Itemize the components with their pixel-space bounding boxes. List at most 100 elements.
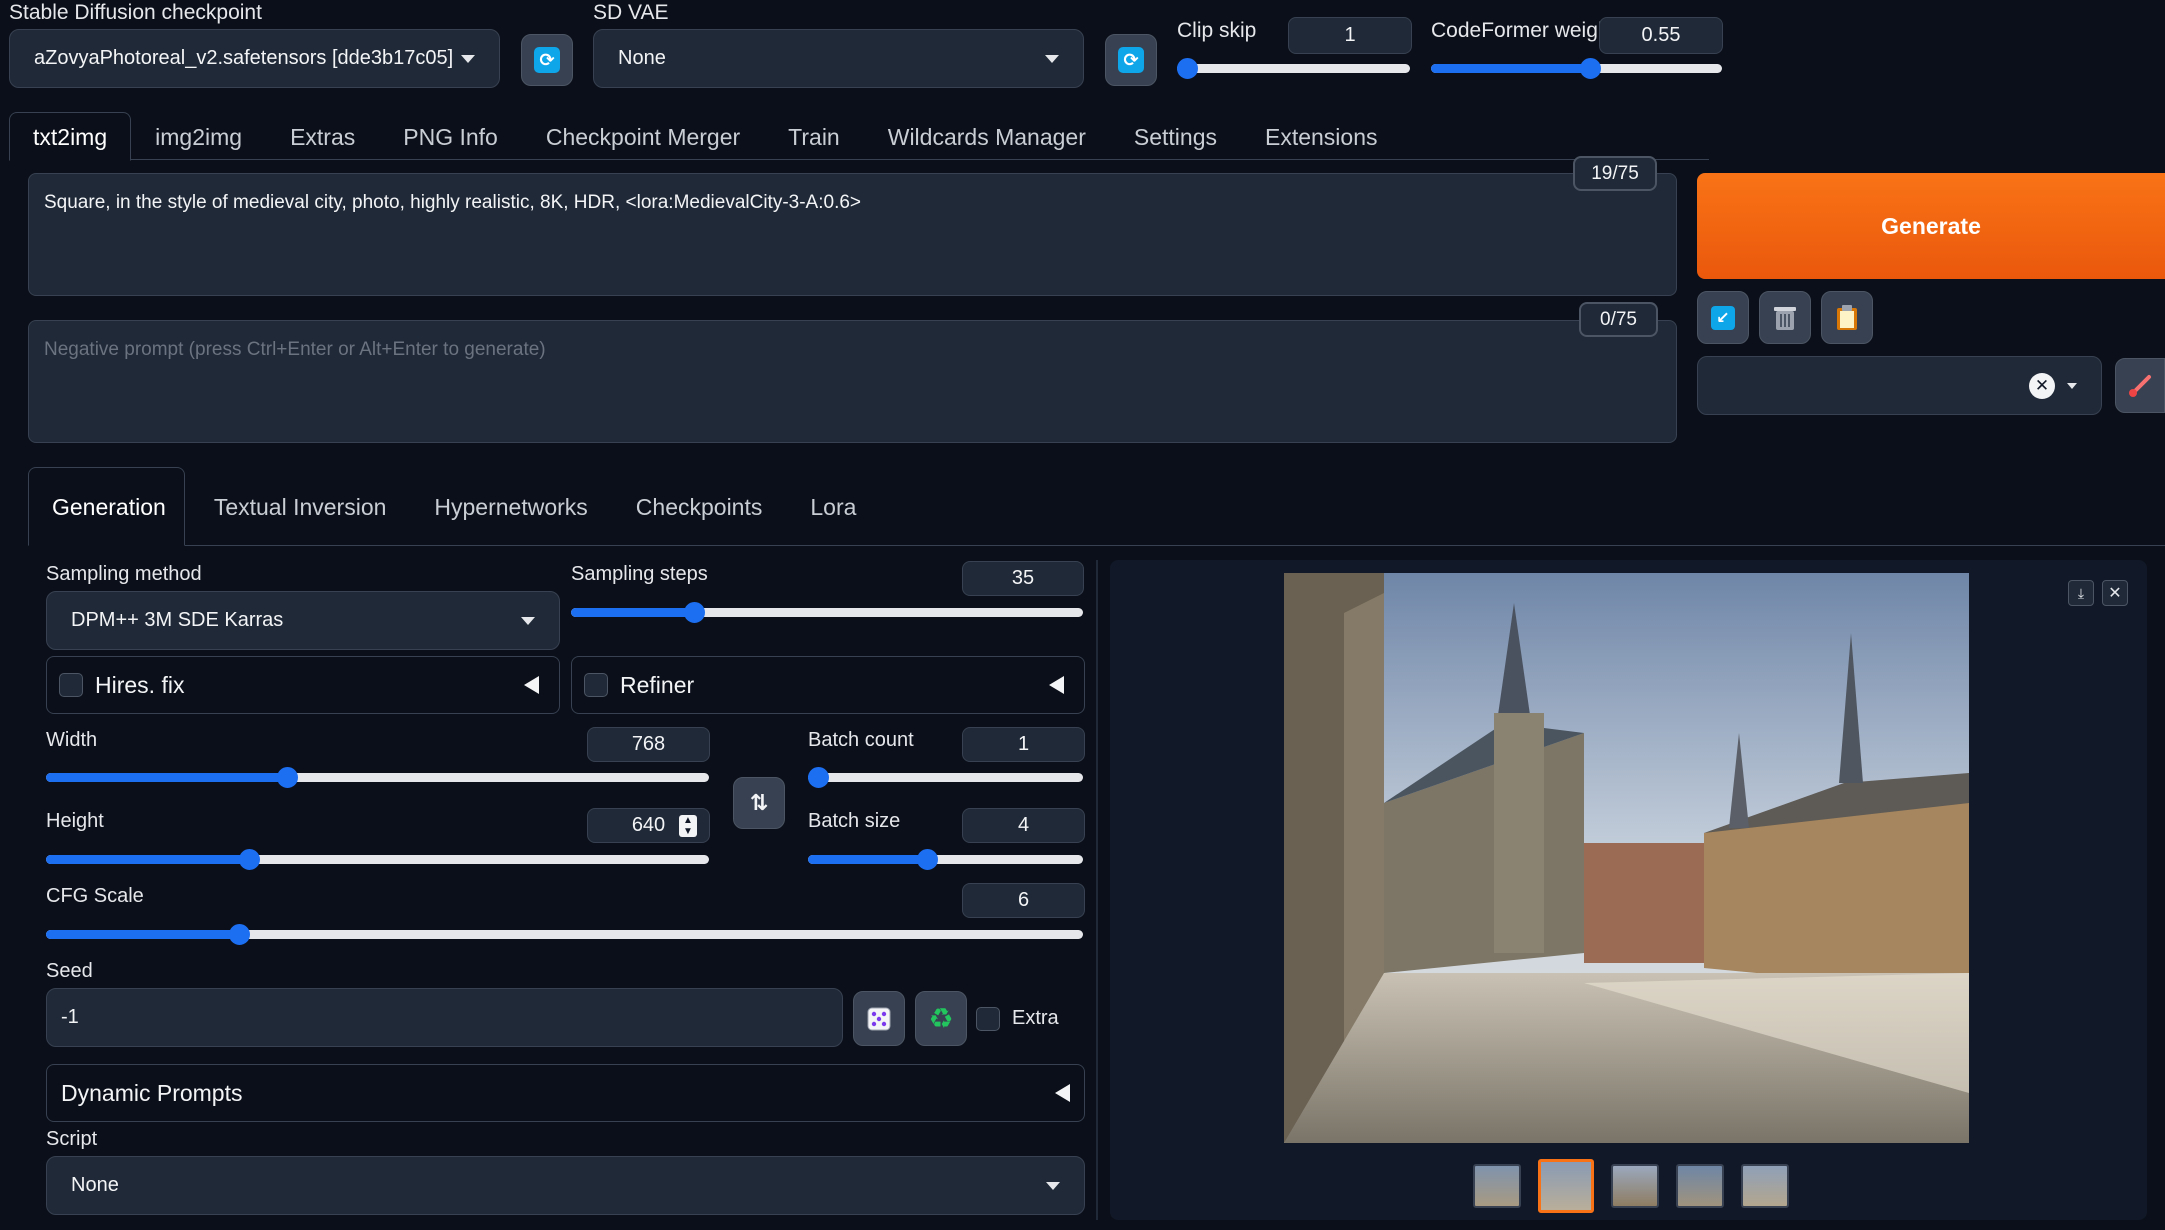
hires-fix-accordion[interactable]: Hires. fix bbox=[46, 656, 560, 714]
refiner-accordion[interactable]: Refiner bbox=[571, 656, 1085, 714]
tab-generation[interactable]: Generation bbox=[28, 494, 190, 521]
slider-fill bbox=[46, 773, 287, 782]
negative-prompt-textarea[interactable]: Negative prompt (press Ctrl+Enter or Alt… bbox=[28, 320, 1677, 443]
tab-extras[interactable]: Extras bbox=[266, 124, 379, 151]
script-dropdown[interactable]: None bbox=[46, 1156, 1085, 1215]
generate-label: Generate bbox=[1881, 212, 1981, 239]
reuse-seed-button[interactable]: ♻ bbox=[915, 991, 967, 1046]
sampling-steps-slider[interactable] bbox=[571, 602, 1083, 623]
batch-size-slider[interactable] bbox=[808, 849, 1083, 870]
seed-label: Seed bbox=[46, 960, 93, 982]
codeformer-slider[interactable] bbox=[1431, 58, 1722, 79]
clear-styles-icon[interactable]: ✕ bbox=[2029, 372, 2055, 399]
hires-fix-label: Hires. fix bbox=[95, 671, 185, 698]
sub-tabs: Generation Textual Inversion Hypernetwor… bbox=[28, 494, 880, 521]
negative-prompt-placeholder: Negative prompt (press Ctrl+Enter or Alt… bbox=[44, 339, 546, 360]
refresh-checkpoint-button[interactable]: ⟳ bbox=[521, 34, 573, 86]
seed-input[interactable]: -1 bbox=[46, 988, 843, 1047]
refiner-checkbox[interactable] bbox=[584, 673, 608, 697]
tab-checkpoints[interactable]: Checkpoints bbox=[612, 494, 787, 521]
slider-thumb[interactable] bbox=[808, 767, 829, 788]
width-label: Width bbox=[46, 729, 98, 751]
tab-png-info[interactable]: PNG Info bbox=[379, 124, 522, 151]
close-icon[interactable]: ✕ bbox=[2102, 580, 2128, 606]
batch-count-label: Batch count bbox=[808, 729, 914, 751]
extra-checkbox[interactable] bbox=[976, 1007, 1000, 1031]
tab-img2img[interactable]: img2img bbox=[131, 124, 266, 151]
tab-checkpoint-merger[interactable]: Checkpoint Merger bbox=[522, 124, 764, 151]
height-slider[interactable] bbox=[46, 849, 709, 870]
chevron-down-icon bbox=[2067, 382, 2077, 389]
slider-thumb[interactable] bbox=[239, 849, 260, 870]
slider-thumb[interactable] bbox=[1580, 58, 1601, 79]
slider-thumb[interactable] bbox=[229, 924, 250, 945]
prompt-token-counter: 19/75 bbox=[1573, 156, 1657, 191]
clip-skip-slider[interactable] bbox=[1177, 58, 1410, 79]
hires-fix-checkbox[interactable] bbox=[59, 673, 83, 697]
sampling-method-dropdown[interactable]: DPM++ 3M SDE Karras bbox=[46, 591, 560, 650]
vae-dropdown[interactable]: None bbox=[593, 29, 1084, 88]
codeformer-input[interactable]: 0.55 bbox=[1599, 17, 1723, 54]
prompt-text: Square, in the style of medieval city, p… bbox=[44, 192, 862, 213]
chevron-down-icon bbox=[1046, 1181, 1060, 1190]
swap-dimensions-button[interactable]: ⇅ bbox=[733, 777, 785, 829]
refiner-label: Refiner bbox=[620, 671, 695, 698]
collapse-arrow-icon[interactable] bbox=[1049, 676, 1064, 694]
generated-image[interactable] bbox=[1284, 573, 1969, 1143]
width-slider[interactable] bbox=[46, 767, 709, 788]
sampling-method-label: Sampling method bbox=[46, 563, 202, 585]
checkpoint-value: aZovyaPhotoreal_v2.safetensors [dde3b17c… bbox=[34, 47, 454, 69]
trash-icon bbox=[1774, 306, 1796, 330]
medieval-city-image bbox=[1284, 573, 1969, 1143]
tab-train[interactable]: Train bbox=[764, 124, 864, 151]
download-icon[interactable]: ⤓ bbox=[2068, 580, 2094, 606]
thumbnail[interactable] bbox=[1741, 1164, 1789, 1208]
read-params-button[interactable]: ↙ bbox=[1697, 291, 1749, 344]
slider-thumb[interactable] bbox=[917, 849, 938, 870]
main-tabs: txt2img img2img Extras PNG Info Checkpoi… bbox=[9, 124, 1402, 151]
script-label: Script bbox=[46, 1128, 98, 1150]
collapse-arrow-icon[interactable] bbox=[524, 676, 539, 694]
random-seed-button[interactable] bbox=[853, 991, 905, 1046]
dynamic-prompts-accordion[interactable]: Dynamic Prompts bbox=[46, 1064, 1085, 1122]
thumbnail[interactable] bbox=[1473, 1164, 1521, 1208]
column-divider bbox=[1096, 560, 1098, 1220]
thumbnail[interactable] bbox=[1611, 1164, 1659, 1208]
collapse-arrow-icon[interactable] bbox=[1055, 1084, 1070, 1102]
sampling-steps-input[interactable]: 35 bbox=[962, 561, 1084, 596]
batch-count-input[interactable]: 1 bbox=[962, 727, 1085, 762]
tab-hypernetworks[interactable]: Hypernetworks bbox=[410, 494, 611, 521]
paste-button[interactable] bbox=[1821, 291, 1873, 344]
generate-button[interactable]: Generate bbox=[1697, 173, 2165, 279]
clip-skip-input[interactable]: 1 bbox=[1288, 17, 1412, 54]
refresh-icon: ⟳ bbox=[1118, 47, 1144, 73]
tab-txt2img[interactable]: txt2img bbox=[9, 124, 131, 151]
slider-thumb[interactable] bbox=[684, 602, 705, 623]
stepper-icon[interactable]: ▲ ▼ bbox=[679, 815, 697, 837]
checkpoint-dropdown[interactable]: aZovyaPhotoreal_v2.safetensors [dde3b17c… bbox=[9, 29, 500, 88]
subtab-divider bbox=[28, 545, 2165, 546]
height-label: Height bbox=[46, 810, 104, 832]
cfg-scale-input[interactable]: 6 bbox=[962, 883, 1085, 918]
tab-settings[interactable]: Settings bbox=[1110, 124, 1241, 151]
edit-styles-button[interactable] bbox=[2115, 358, 2165, 413]
thumbnail-selected[interactable] bbox=[1538, 1159, 1594, 1213]
batch-size-input[interactable]: 4 bbox=[962, 808, 1085, 843]
tab-lora[interactable]: Lora bbox=[786, 494, 880, 521]
paintbrush-icon bbox=[2129, 374, 2151, 397]
slider-thumb[interactable] bbox=[277, 767, 298, 788]
cfg-scale-slider[interactable] bbox=[46, 924, 1083, 945]
styles-dropdown[interactable]: ✕ bbox=[1697, 356, 2102, 415]
prompt-textarea[interactable]: Square, in the style of medieval city, p… bbox=[28, 173, 1677, 296]
thumbnail[interactable] bbox=[1676, 1164, 1724, 1208]
tab-extensions[interactable]: Extensions bbox=[1241, 124, 1402, 151]
height-input[interactable]: 640 ▲ ▼ bbox=[587, 808, 710, 843]
clear-prompt-button[interactable] bbox=[1759, 291, 1811, 344]
width-input[interactable]: 768 bbox=[587, 727, 710, 762]
refresh-vae-button[interactable]: ⟳ bbox=[1105, 34, 1157, 86]
batch-count-slider[interactable] bbox=[808, 767, 1083, 788]
tab-wildcards-manager[interactable]: Wildcards Manager bbox=[864, 124, 1110, 151]
tab-textual-inversion[interactable]: Textual Inversion bbox=[190, 494, 411, 521]
slider-thumb[interactable] bbox=[1177, 58, 1198, 79]
slider-fill bbox=[571, 608, 694, 617]
